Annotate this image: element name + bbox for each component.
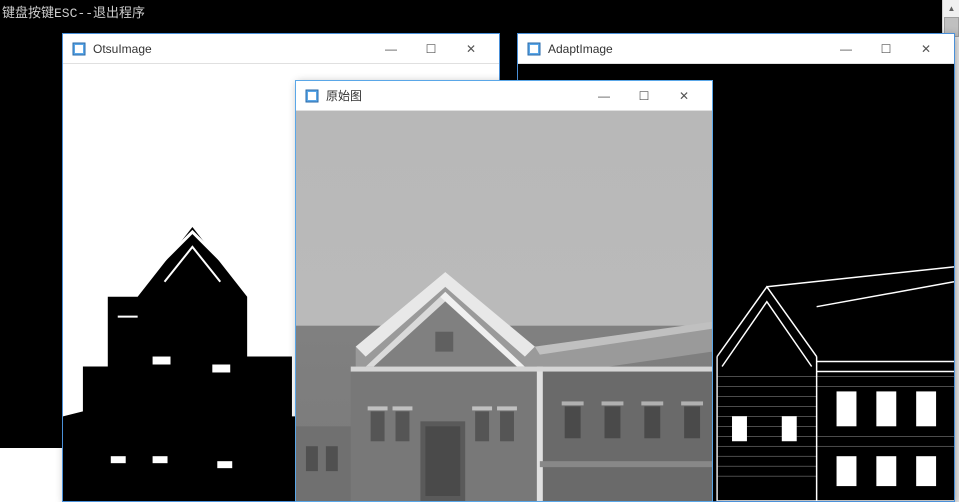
minimize-button[interactable]: — (826, 35, 866, 63)
console-output: 键盘按键ESC--退出程序 (2, 2, 145, 21)
original-image (296, 111, 712, 501)
window-title: AdaptImage (548, 42, 826, 56)
maximize-button[interactable]: ☐ (624, 82, 664, 110)
scrollbar-up-button[interactable]: ▲ (943, 0, 959, 17)
close-button[interactable]: ✕ (451, 35, 491, 63)
window-controls: — ☐ ✕ (371, 35, 491, 63)
window-controls: — ☐ ✕ (826, 35, 946, 63)
titlebar-adapt[interactable]: AdaptImage — ☐ ✕ (518, 34, 954, 64)
app-icon (304, 88, 320, 104)
window-title: 原始图 (326, 87, 584, 104)
close-button[interactable]: ✕ (906, 35, 946, 63)
titlebar-original[interactable]: 原始图 — ☐ ✕ (296, 81, 712, 111)
titlebar-otsu[interactable]: OtsuImage — ☐ ✕ (63, 34, 499, 64)
close-button[interactable]: ✕ (664, 82, 704, 110)
minimize-button[interactable]: — (584, 82, 624, 110)
window-original: 原始图 — ☐ ✕ (295, 80, 713, 502)
app-icon (526, 41, 542, 57)
window-content-original (296, 111, 712, 501)
window-title: OtsuImage (93, 42, 371, 56)
background-strip (0, 448, 62, 502)
window-controls: — ☐ ✕ (584, 82, 704, 110)
building-grayscale (296, 267, 712, 501)
app-icon (71, 41, 87, 57)
minimize-button[interactable]: — (371, 35, 411, 63)
maximize-button[interactable]: ☐ (411, 35, 451, 63)
maximize-button[interactable]: ☐ (866, 35, 906, 63)
